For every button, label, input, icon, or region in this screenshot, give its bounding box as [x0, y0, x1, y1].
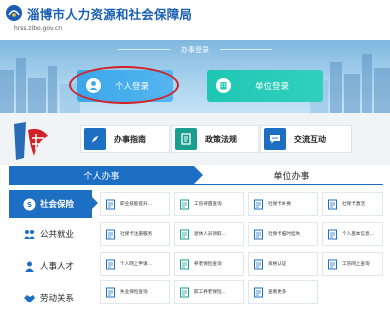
tab-personal-services[interactable]: 个人办事	[9, 166, 194, 184]
service-item[interactable]: 个人网上申请…	[100, 252, 170, 276]
service-item[interactable]: 工伤网上查询	[322, 252, 383, 276]
service-doc-icon	[328, 259, 337, 269]
category-label: 人事人才	[40, 262, 75, 272]
service-doc-icon	[254, 287, 263, 297]
service-doc-icon	[106, 199, 115, 209]
service-label: 社保卡激活	[342, 202, 365, 207]
service-item[interactable]: 社保卡激活	[322, 192, 383, 216]
service-doc-icon	[180, 229, 189, 239]
employment-icon	[24, 229, 35, 239]
service-doc-icon	[254, 259, 263, 269]
service-item[interactable]: 社保卡临时挂失	[248, 222, 318, 246]
quick-link-communication[interactable]: 交流互动	[260, 125, 352, 153]
tab-unit-services[interactable]: 单位办事	[200, 166, 383, 184]
site-url: hrss.zibo.gov.cn	[14, 25, 63, 32]
category-labor-relations[interactable]: 劳动关系	[9, 284, 92, 312]
service-item[interactable]: 资格认证	[248, 252, 318, 276]
category-pointer-arrow	[92, 197, 98, 209]
site-header: 淄博市人力资源和社会保障局 hrss.zibo.gov.cn	[0, 0, 390, 40]
hrss-logo-icon	[6, 5, 22, 21]
service-item[interactable]: 失业保险查询	[100, 280, 170, 304]
service-label: 查看更多	[268, 290, 287, 295]
service-item[interactable]: 个人基本信息…	[322, 222, 383, 246]
service-item[interactable]: 社保卡注册服务	[100, 222, 170, 246]
service-doc-icon	[328, 229, 337, 239]
service-item[interactable]: 职业技能提升…	[100, 192, 170, 216]
highlight-annotation	[69, 66, 179, 104]
service-doc-icon	[254, 199, 263, 209]
social-insurance-icon: S	[23, 198, 36, 210]
policy-label: 政策法规	[205, 134, 237, 144]
communication-label: 交流互动	[294, 134, 326, 144]
chat-icon	[264, 128, 286, 150]
tab-underline	[9, 184, 383, 185]
service-item[interactable]: 养老保险查询	[174, 252, 244, 276]
service-label: 工伤网上查询	[342, 262, 370, 267]
service-doc-icon	[254, 229, 263, 239]
service-doc-icon	[106, 259, 115, 269]
service-label: 社保卡注册服务	[120, 232, 153, 237]
service-doc-icon	[328, 199, 337, 209]
service-label: 个人网上申请…	[120, 262, 153, 267]
compass-icon	[84, 128, 106, 150]
login-banner: 办事登录 个人登录 单位登录	[0, 40, 390, 113]
category-label: 社会保险	[40, 200, 75, 210]
quick-link-policy[interactable]: 政策法规	[171, 125, 259, 153]
service-label: 社保卡补换	[268, 202, 291, 207]
service-doc-icon	[106, 287, 115, 297]
service-doc-icon	[180, 259, 189, 269]
service-label: 退休人员领取…	[194, 232, 227, 237]
svg-text:S: S	[27, 201, 32, 209]
person-icon	[25, 261, 34, 272]
service-label: 养老保险查询	[194, 262, 222, 267]
category-public-employment[interactable]: 公共就业	[9, 220, 92, 248]
service-label: 职业技能提升…	[120, 202, 153, 207]
service-label: 工伤待遇查询	[194, 202, 222, 207]
service-label: 失业保险查询	[120, 290, 148, 295]
category-label: 劳动关系	[40, 294, 75, 304]
category-label: 公共就业	[40, 230, 75, 240]
service-doc-icon	[106, 229, 115, 239]
service-label: 个人基本信息…	[342, 232, 375, 237]
site-title: 淄博市人力资源和社会保障局	[27, 7, 193, 22]
unit-login-button[interactable]: 单位登录	[207, 70, 323, 102]
quick-link-guide[interactable]: 办事指南	[80, 125, 170, 153]
guide-decoration-icon	[8, 116, 56, 164]
service-label: 职工养老保险…	[194, 290, 227, 295]
service-label: 资格认证	[268, 262, 287, 267]
category-personnel-talent[interactable]: 人事人才	[9, 252, 92, 280]
service-doc-icon	[180, 199, 189, 209]
banner-title: 办事登录	[181, 46, 209, 54]
service-doc-icon	[180, 287, 189, 297]
building-icon	[216, 78, 231, 93]
service-label: 社保卡临时挂失	[268, 232, 301, 237]
service-item[interactable]: 职工养老保险…	[174, 280, 244, 304]
service-item[interactable]: 退休人员领取…	[174, 222, 244, 246]
handshake-icon	[24, 294, 35, 302]
service-item[interactable]: 工伤待遇查询	[174, 192, 244, 216]
unit-login-label: 单位登录	[254, 82, 289, 92]
document-icon	[175, 128, 197, 150]
service-item[interactable]: 社保卡补换	[248, 192, 318, 216]
banner-divider-right	[220, 49, 272, 50]
guide-label: 办事指南	[114, 134, 146, 144]
service-item[interactable]: 查看更多	[248, 280, 318, 304]
category-social-insurance[interactable]: S 社会保险	[9, 190, 92, 218]
